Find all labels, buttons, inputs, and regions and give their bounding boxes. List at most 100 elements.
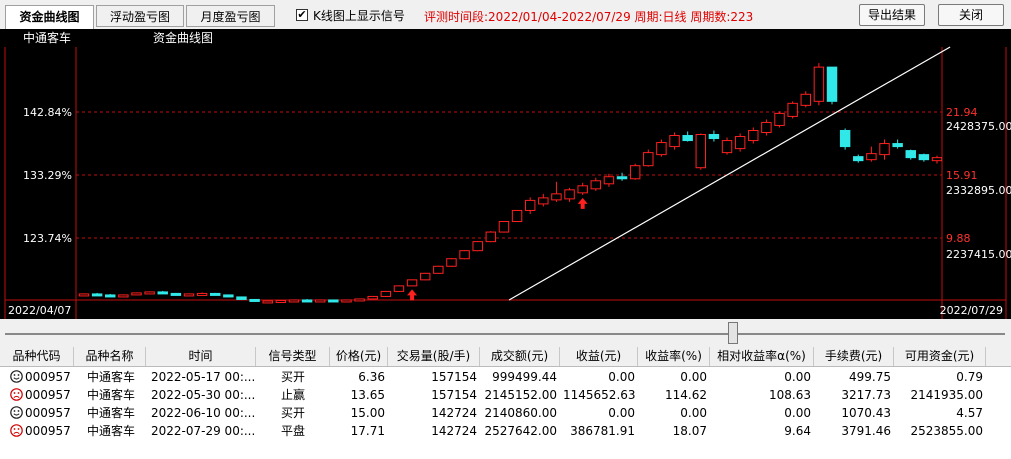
cell-code: 000957 bbox=[25, 388, 71, 402]
signal-markers bbox=[407, 197, 588, 301]
top-toolbar: 资金曲线图 浮动盈亏图 月度盈亏图 ✔ K线图上显示信号 评测时间段:2022/… bbox=[0, 0, 1011, 29]
table-row[interactable]: 000957 中通客车 2022-05-30 00:... 止赢 13.65 157154… bbox=[0, 386, 1011, 404]
col-funds[interactable]: 可用资金(元) bbox=[894, 347, 986, 366]
candle-body bbox=[354, 298, 365, 302]
candle-body bbox=[419, 272, 431, 281]
cell-alpha: 108.63 bbox=[769, 388, 811, 402]
cell-price: 17.71 bbox=[350, 424, 385, 438]
cell-amount: 2527642.00 bbox=[484, 424, 557, 438]
right-volume-tick-1: 2428375.00 bbox=[946, 120, 1011, 133]
col-name[interactable]: 品种名称 bbox=[74, 347, 146, 366]
candle-body bbox=[564, 189, 575, 200]
candle-body bbox=[105, 294, 116, 298]
cell-time: 2022-06-10 00:... bbox=[151, 406, 256, 420]
candle-body bbox=[603, 176, 615, 185]
show-signal-checkbox[interactable]: ✔ bbox=[296, 9, 308, 21]
cell-fee: 499.75 bbox=[849, 370, 891, 384]
cell-funds: 4.57 bbox=[956, 406, 983, 420]
tab-equity-curve[interactable]: 资金曲线图 bbox=[5, 5, 94, 29]
equity-curve-chart: 中通客车 资金曲线图 142.84% 133.29% 123.74% 21.94… bbox=[0, 29, 1011, 319]
cell-funds: 2141935.00 bbox=[910, 388, 983, 402]
candle-body bbox=[708, 134, 720, 140]
candle-body bbox=[433, 265, 444, 274]
candle-body bbox=[380, 290, 392, 297]
chart-canvas: 中通客车 资金曲线图 142.84% 133.29% 123.74% 21.94… bbox=[4, 30, 1011, 319]
candle-body bbox=[892, 143, 903, 148]
cell-name: 中通客车 bbox=[87, 424, 136, 438]
tab-floating-pnl[interactable]: 浮动盈亏图 bbox=[96, 5, 184, 27]
col-time[interactable]: 时间 bbox=[146, 347, 256, 366]
cell-name: 中通客车 bbox=[87, 388, 136, 402]
cell-name: 中通客车 bbox=[87, 370, 136, 384]
cell-amount: 2140860.00 bbox=[484, 406, 557, 420]
candle-body bbox=[669, 135, 680, 148]
col-price[interactable]: 价格(元) bbox=[330, 347, 388, 366]
candle-body bbox=[787, 102, 798, 117]
candle-body bbox=[210, 292, 221, 296]
cell-funds: 2523855.00 bbox=[910, 424, 983, 438]
buy-signal-arrow-icon bbox=[407, 289, 418, 301]
cell-price: 13.65 bbox=[350, 388, 385, 402]
table-row[interactable]: 000957 中通客车 2022-07-29 00:... 平盘 17.71 142724… bbox=[0, 422, 1011, 440]
col-code[interactable]: 品种代码 bbox=[0, 347, 74, 366]
candle-body bbox=[249, 298, 260, 302]
col-profit[interactable]: 收益(元) bbox=[560, 347, 638, 366]
stock-name-label: 中通客车 bbox=[23, 30, 71, 45]
candle-body bbox=[131, 292, 142, 296]
left-tick-1: 142.84% bbox=[23, 106, 72, 119]
table-row[interactable]: 000957 中通客车 2022-05-17 00:... 买开 6.36 157154 9… bbox=[0, 368, 1011, 386]
candlestick-series bbox=[78, 63, 943, 304]
cell-fee: 3791.46 bbox=[841, 424, 891, 438]
candle-body bbox=[616, 176, 628, 180]
trade-results-table: 品种代码 品种名称 时间 信号类型 价格(元) 交易量(股/手) 成交额(元) … bbox=[0, 347, 1011, 459]
tab-monthly-pnl[interactable]: 月度盈亏图 bbox=[186, 5, 275, 27]
cell-price: 15.00 bbox=[350, 406, 385, 420]
cell-alpha: 0.00 bbox=[784, 406, 811, 420]
cell-name: 中通客车 bbox=[87, 406, 136, 420]
candle-body bbox=[813, 66, 825, 102]
cell-code: 000957 bbox=[25, 406, 71, 420]
show-signal-label: K线图上显示信号 bbox=[313, 9, 405, 23]
col-volume[interactable]: 交易量(股/手) bbox=[388, 347, 480, 366]
candle-body bbox=[288, 299, 300, 303]
candle-body bbox=[839, 129, 851, 148]
cell-amount: 999499.44 bbox=[492, 370, 557, 384]
col-alpha[interactable]: 相对收益率α(%) bbox=[710, 347, 814, 366]
close-button[interactable]: 关闭 bbox=[938, 4, 1004, 26]
candle-body bbox=[275, 299, 287, 303]
candle-body bbox=[144, 291, 155, 295]
cell-time: 2022-05-17 00:... bbox=[151, 370, 256, 384]
candle-body bbox=[328, 299, 339, 303]
cell-volume: 142724 bbox=[431, 424, 477, 438]
candle-body bbox=[498, 221, 510, 233]
candle-body bbox=[721, 140, 733, 154]
col-signal[interactable]: 信号类型 bbox=[256, 347, 330, 366]
candle-body bbox=[301, 299, 313, 303]
col-fee[interactable]: 手续费(元) bbox=[814, 347, 894, 366]
candle-body bbox=[538, 197, 549, 205]
left-tick-2: 133.29% bbox=[23, 169, 72, 182]
col-rate[interactable]: 收益率(%) bbox=[638, 347, 710, 366]
cell-volume: 157154 bbox=[431, 370, 477, 384]
export-results-button[interactable]: 导出结果 bbox=[859, 4, 925, 26]
col-amount[interactable]: 成交额(元) bbox=[480, 347, 560, 366]
chart-scrollbar[interactable] bbox=[5, 322, 1005, 346]
scroll-thumb[interactable] bbox=[728, 322, 738, 344]
cell-signal: 止赢 bbox=[280, 388, 305, 402]
candle-body bbox=[196, 292, 208, 296]
candle-body bbox=[183, 293, 195, 297]
right-price-tick-2: 15.91 bbox=[946, 169, 978, 182]
cell-profit: 0.00 bbox=[608, 370, 635, 384]
candle-body bbox=[341, 299, 352, 303]
cell-signal: 平盘 bbox=[280, 424, 305, 438]
table-row[interactable]: 000957 中通客车 2022-06-10 00:... 买开 15.00 142724… bbox=[0, 404, 1011, 422]
candle-body bbox=[682, 135, 693, 142]
candle-body bbox=[170, 292, 182, 296]
candle-body bbox=[367, 295, 378, 300]
candle-body bbox=[393, 285, 405, 292]
candle-body bbox=[866, 153, 877, 161]
candle-body bbox=[577, 185, 588, 194]
candle-body bbox=[695, 134, 707, 169]
candle-body bbox=[511, 209, 523, 223]
cell-rate: 114.62 bbox=[665, 388, 707, 402]
